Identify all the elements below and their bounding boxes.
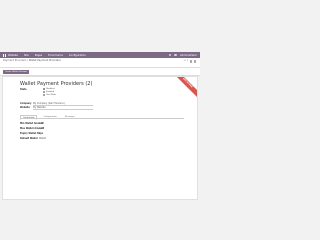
breadcrumb-parent[interactable]: Payment Providers [3,59,26,62]
state-label: State [20,88,27,91]
previous-record-button[interactable] [189,60,192,63]
website-label: Website [20,106,30,109]
record-pager: 1 / 1 [183,60,196,63]
state-option-disabled[interactable]: Disabled [43,88,55,90]
state-option-label: Test Mode [46,94,57,96]
menu-item-pages[interactable]: Pages [35,54,42,57]
field-label: Default Wallet [20,137,38,140]
main-menu: Website Site Pages Ecommerce Configurati… [8,54,86,57]
radio-icon [43,91,45,93]
navbar-right: Administrator [168,53,197,57]
menu-item-ecommerce[interactable]: Ecommerce [48,54,63,57]
state-option-label: Disabled [46,88,55,90]
record-title: Wallet Payment Providers (2) [20,81,93,87]
form-view: ARCHIVED Wallet Payment Providers (2) St… [0,76,200,200]
tabs-divider [20,118,184,119]
menu-item-site[interactable]: Site [24,54,29,57]
state-option-label: Enabled [46,91,55,93]
activity-icon[interactable] [174,53,177,57]
archived-ribbon: ARCHIVED [171,77,197,100]
max-wallet-amount-field[interactable]: 0.00 [39,127,44,130]
form-sheet: ARCHIVED Wallet Payment Providers (2) St… [2,76,198,200]
action-bar: Create Wallet Provider [0,68,200,76]
control-panel: Payment Providers / Wallet Payment Provi… [0,58,200,68]
website-underline [33,109,93,110]
breadcrumb: Payment Providers / Wallet Payment Provi… [3,59,197,62]
radio-icon [43,94,45,96]
pager-value: 1 / 1 [183,60,189,63]
next-record-button[interactable] [193,60,196,63]
company-label: Company [20,102,32,105]
breadcrumb-current: Wallet Payment Providers [28,59,61,62]
default-wallet-field[interactable]: Wallet [39,137,46,140]
menu-item-website[interactable]: Website [8,54,18,57]
user-menu[interactable]: Administrator [180,54,197,57]
expiry-wallet-days-field[interactable]: 0 [39,132,40,135]
create-wallet-provider-button[interactable]: Create Wallet Provider [3,69,30,74]
apps-menu-icon[interactable] [3,53,6,57]
chat-icon[interactable] [168,53,172,57]
state-option-test-mode[interactable]: Test Mode [43,94,56,96]
min-wallet-amount-field[interactable]: 0.00 [39,122,44,125]
state-option-enabled[interactable]: Enabled [43,91,54,93]
radio-selected-icon [43,88,45,90]
menu-item-configuration[interactable]: Configuration [69,54,86,57]
